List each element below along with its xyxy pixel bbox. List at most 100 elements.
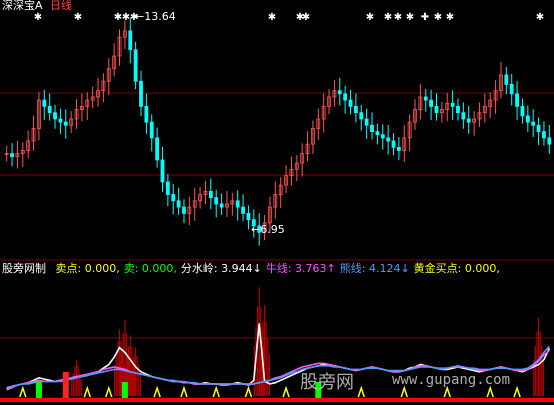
- candle-body: [208, 190, 213, 199]
- candle-body: [176, 200, 181, 208]
- candle-body: [219, 203, 224, 208]
- candle-body: [391, 140, 396, 148]
- app-name: 深深宝: [2, 0, 35, 12]
- indicator-name: 股旁网制: [2, 262, 46, 275]
- indicator-legend: 股旁网制 卖点: 0.000, 卖: 0.000, 分水岭: 3.944↓ 牛线: 3…: [2, 263, 504, 275]
- indicator-legend-item: 卖点: 0.000,: [55, 262, 120, 275]
- candle-body: [241, 206, 245, 214]
- buy-mark: [282, 385, 290, 398]
- candle-body: [504, 74, 509, 85]
- candle-body: [348, 99, 353, 107]
- candle-body: [423, 96, 428, 101]
- buy-mark: [105, 385, 113, 398]
- candle-body: [139, 80, 143, 107]
- candle-body: [354, 106, 358, 114]
- candle-body: [246, 212, 251, 221]
- candle-body: [364, 118, 369, 126]
- candle-body: [456, 106, 460, 114]
- signal-mark: ✱: [434, 12, 442, 23]
- buy-mark: [244, 385, 253, 398]
- buy-mark: [19, 385, 27, 398]
- candle-body: [461, 112, 466, 120]
- signal-mark: ✱: [74, 12, 82, 23]
- signal-mark: ✱: [536, 12, 544, 23]
- signal-mark: ✚: [421, 12, 429, 23]
- candle-body: [47, 106, 52, 114]
- buy-mark: [83, 385, 91, 398]
- buy-mark: [486, 385, 494, 398]
- signal-mark: ✱: [366, 12, 374, 23]
- signal-mark: ✱: [34, 12, 42, 23]
- candle-body: [149, 121, 154, 139]
- low-price-label: ←6.95: [251, 223, 285, 236]
- high-price-label: ←13.64: [135, 10, 176, 23]
- candle-body: [359, 112, 364, 120]
- period-label: 日线: [50, 0, 73, 12]
- candle-body: [53, 112, 57, 120]
- candle-body: [42, 99, 47, 107]
- buy-mark: [153, 385, 161, 398]
- candle-body: [386, 137, 391, 142]
- candle-body: [337, 90, 342, 95]
- candle-body: [63, 121, 68, 126]
- candle-body: [531, 121, 536, 126]
- candle-body: [466, 118, 471, 123]
- watermark-url: www.gupang.com: [392, 372, 511, 388]
- chart-title: 深深宝A 日线: [2, 0, 72, 12]
- candle-body: [515, 93, 519, 107]
- candle-body: [343, 93, 348, 101]
- signal-marks: ✱ ✱ ✱ ✱ ✱ ✱ ✱✱ ✱ ✱ ✱ ✱ ✚ ✱ ✱ ✱: [34, 12, 544, 23]
- candle-body: [235, 200, 240, 208]
- candle-body: [128, 30, 133, 51]
- indicator-legend-item: 牛线: 3.763↑: [265, 262, 336, 275]
- buy-mark: [400, 385, 408, 398]
- signal-mark: ✱: [446, 12, 454, 23]
- candle-body: [375, 131, 380, 136]
- candle-body: [160, 159, 165, 183]
- candle-body: [133, 49, 138, 82]
- candle-body: [214, 197, 219, 205]
- signal-mark: ✱: [268, 12, 276, 23]
- candle-body: [429, 99, 434, 107]
- watermark-text: 股旁网: [300, 372, 354, 393]
- green-signal-bar: [35, 382, 42, 398]
- buy-mark: [357, 385, 365, 398]
- candle-body: [536, 124, 541, 132]
- signal-mark: ✱: [394, 12, 402, 23]
- indicator-legend-item: 熊线: 4.124↓: [339, 262, 410, 275]
- stock-chart: ✱ ✱ ✱ ✱ ✱ ✱ ✱✱ ✱ ✱ ✱ ✱ ✚ ✱ ✱ ✱: [0, 12, 554, 402]
- indicator-legend-item: 卖: 0.000,: [123, 262, 177, 275]
- red-signal-bar: [62, 372, 69, 398]
- candle-body: [10, 153, 14, 158]
- candle-body: [370, 124, 374, 132]
- baseline-bar: [0, 398, 554, 402]
- candle-body: [542, 131, 546, 139]
- grid-lines: [0, 92, 554, 399]
- indicator-legend-item: 分水岭: 3.944↓: [180, 262, 262, 275]
- buy-mark: [443, 385, 451, 398]
- candle-body: [182, 206, 186, 214]
- buy-mark: [180, 385, 188, 398]
- indicator-legend-item: 黄金买点: 0.000,: [413, 262, 500, 275]
- candle-body: [165, 181, 170, 195]
- symbol-label: A: [35, 0, 43, 12]
- candle-body: [450, 102, 455, 107]
- candle-body: [434, 106, 439, 114]
- buy-mark: [513, 385, 521, 398]
- candle-body: [547, 137, 552, 145]
- candle-body: [509, 83, 514, 95]
- signal-mark: ✱: [384, 12, 392, 23]
- buy-mark: [212, 385, 220, 398]
- candle-body: [520, 106, 525, 117]
- candle-body: [144, 106, 149, 123]
- candle-body: [171, 194, 176, 202]
- candle-body: [155, 137, 160, 161]
- candle-body: [525, 115, 530, 123]
- signal-mark: ✱: [302, 12, 310, 23]
- candle-body: [380, 134, 385, 139]
- candle-body: [396, 146, 401, 151]
- candlestick-series: [4, 17, 552, 246]
- candle-body: [58, 118, 63, 123]
- green-signal-bar: [121, 382, 128, 398]
- signal-mark: ✱: [406, 12, 414, 23]
